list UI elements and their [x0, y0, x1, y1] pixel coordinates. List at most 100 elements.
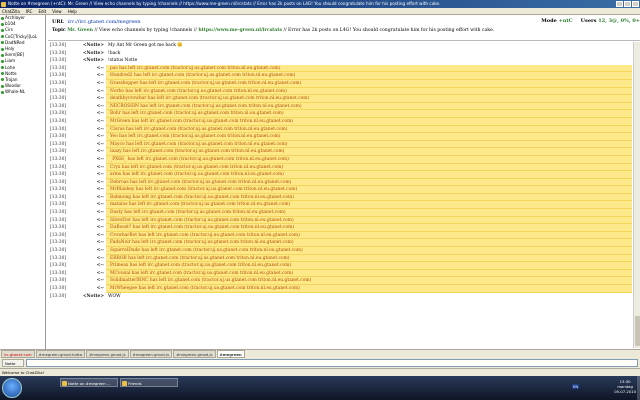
- chat-message: [13:30] <Notte> WOW: [48, 293, 632, 301]
- channel-tab[interactable]: #megreen.gmod.js: [129, 350, 173, 358]
- channel-url-link[interactable]: irc://irc.gtanet.com/megreen: [68, 19, 141, 25]
- topic-stats-link[interactable]: https://www.me-green.nl/ircstats: [198, 28, 282, 33]
- message-timestamp: [13:30]: [50, 73, 67, 79]
- message-text: MrWheegee has left irc.gtanet.com (tract…: [110, 286, 300, 291]
- message-text: Primeax has left irc.gtanet.com (tractor…: [110, 263, 292, 269]
- message-timestamp: [13:30]: [50, 248, 67, 254]
- user-nick: Cirs: [5, 27, 13, 33]
- menu-edit[interactable]: Edit: [38, 8, 46, 14]
- user-nick: b104: [5, 21, 16, 27]
- message-timestamp: [13:30]: [50, 255, 67, 261]
- chat-quit-message: [13:30] <-- CrowbarBot has left irc.gtanet…: [48, 231, 632, 240]
- message-timestamp: [13:30]: [50, 149, 67, 155]
- nickname-button[interactable]: Notte: [2, 359, 24, 367]
- chat-quit-message: [13:30] <-- SilverDot has left irc.gtanet.…: [48, 216, 632, 225]
- scrollbar-thumb[interactable]: [635, 316, 640, 346]
- channel-tab[interactable]: #megreen.gmod.hotta: [35, 350, 86, 358]
- message-timestamp: [13:30]: [50, 156, 67, 162]
- language-indicator[interactable]: EN: [572, 384, 580, 389]
- message-text: _PX66_ has left irc.gtanet.com (tractor.…: [110, 156, 289, 162]
- online-status-icon: [1, 90, 4, 94]
- chat-output: [13:30] <Notte> My Ant Mr Green got me bac…: [48, 42, 632, 348]
- user-list-item[interactable]: Whale-NL: [0, 89, 45, 95]
- chat-quit-message: [13:30] <-- Dusty has left irc.gtanet.com …: [48, 209, 632, 217]
- message-timestamp: [13:30]: [50, 43, 67, 48]
- message-text: NECROSSIN has left irc.gtanet.com (tract…: [110, 103, 302, 109]
- taskbar-item-friends[interactable]: Friends: [120, 378, 178, 387]
- window-controls: [616, 1, 639, 7]
- topic-text: // View echo channels by typing !channel…: [94, 28, 197, 33]
- chat-message: [13:30] <Notte> !status Notte: [48, 57, 632, 65]
- message-text: MrBlankey has left irc.gtanet.com (tract…: [110, 187, 298, 193]
- message-text: ERROR has left irc.gtanet.com (tractor.u…: [110, 255, 290, 261]
- chat-quit-message: [13:30] <-- Bohr has left irc.gtanet.com (…: [48, 110, 632, 118]
- topic-name: Mr. Green: [67, 28, 93, 33]
- system-tray: EN 13:30 mandag 05.07.2010: [570, 376, 640, 400]
- chat-quit-message: [13:30] <-- inazy has left irc.gtanet.com …: [48, 148, 632, 156]
- user-nick: Ikern[BE]: [5, 52, 25, 58]
- message-nick: <--: [96, 217, 104, 223]
- chat-quit-message: [13:30] <-- FadaNoir has left irc.gtanet.c…: [48, 239, 632, 248]
- maximize-button[interactable]: [624, 1, 631, 7]
- chat-quit-message: [13:30] <-- Grasshopper has left irc.gtane…: [48, 79, 632, 88]
- chat-quit-message: [13:30] <-- NECROSSIN has left irc.gtanet.…: [48, 102, 632, 111]
- message-timestamp: [13:30]: [50, 50, 67, 56]
- message-timestamp: [13:30]: [50, 225, 67, 231]
- online-status-icon: [1, 66, 4, 70]
- message-timestamp: [13:30]: [50, 141, 67, 147]
- message-text: FadaNoir has left irc.gtanet.com (tracto…: [110, 240, 294, 246]
- message-timestamp: [13:30]: [50, 164, 67, 170]
- online-status-icon: [1, 22, 4, 26]
- message-text: MCvssial has left irc.gtanet.com (tracto…: [110, 270, 294, 276]
- online-status-icon: [1, 53, 4, 57]
- chat-quit-message: [13:30] <-- arms has left irc.gtanet.com (…: [48, 171, 632, 179]
- message-timestamp: [13:30]: [50, 210, 67, 216]
- user-nick: Notte: [5, 70, 17, 76]
- chat-quit-message: [13:30] <-- Norbo has left irc.gtanet.com …: [48, 87, 632, 96]
- menu-help[interactable]: Help: [68, 8, 77, 14]
- friends-icon: [122, 381, 127, 386]
- menu-irc[interactable]: IRC: [26, 8, 33, 14]
- message-input[interactable]: [26, 359, 638, 367]
- close-button[interactable]: [632, 1, 639, 7]
- message-nick: <--: [96, 118, 104, 124]
- clock-date: 05.07.2010: [614, 389, 636, 394]
- user-nick: CoC[Tricky]|LoL: [5, 33, 38, 39]
- message-nick: <--: [96, 270, 104, 276]
- menu-view[interactable]: View: [52, 8, 62, 14]
- user-nick: Lohe: [5, 64, 16, 70]
- chat-quit-message: [13:30] <-- ERROR has left irc.gtanet.com …: [48, 254, 632, 263]
- channel-tab[interactable]: #megreen: [216, 350, 245, 358]
- message-nick: <--: [96, 65, 104, 71]
- user-nick: DadNRed: [5, 39, 25, 45]
- message-text: Cryx has left irc.gtanet.com (tractor.uj…: [110, 164, 284, 170]
- message-timestamp: [13:30]: [50, 232, 67, 238]
- message-nick: <--: [96, 194, 104, 200]
- message-nick: <--: [96, 73, 104, 79]
- message-nick: <Notte>: [82, 293, 104, 299]
- online-status-icon: [1, 78, 4, 82]
- windows-taskbar: Notte on #megreen ... Friends EN 13:30 m…: [0, 376, 640, 400]
- channel-tab[interactable]: #megreen.gmod.js: [86, 350, 129, 358]
- minimize-button[interactable]: [616, 1, 623, 7]
- message-nick: <--: [96, 149, 104, 155]
- message-nick: <Notte>: [82, 58, 104, 64]
- online-status-icon: [1, 47, 4, 51]
- channel-tab[interactable]: #megreen.gmod.js: [173, 350, 216, 358]
- taskbar-item-chatzilla[interactable]: Notte on #megreen ...: [60, 378, 118, 387]
- chat-quit-message: [13:30] <-- Mayco has left irc.gtanet.com …: [48, 140, 632, 149]
- menu-chatzilla[interactable]: ChatZilla: [2, 8, 20, 14]
- message-timestamp: [13:30]: [50, 103, 67, 109]
- message-timestamp: [13:30]: [50, 286, 67, 291]
- window-titlebar[interactable]: Notte on #megreen (+ntC): Mr. Green // V…: [0, 0, 640, 8]
- start-button[interactable]: [2, 378, 22, 398]
- message-nick: <--: [96, 172, 104, 178]
- channel-tab[interactable]: irc.gtanet.com: [1, 350, 35, 358]
- clock[interactable]: 13:30 mandag 05.07.2010: [614, 379, 636, 394]
- message-text: Dobroas has left irc.gtanet.com (tractor…: [110, 179, 292, 185]
- message-nick: <--: [96, 111, 104, 117]
- chat-scrollbar[interactable]: [633, 42, 640, 348]
- message-nick: <--: [96, 255, 104, 261]
- message-text: Bohr has left irc.gtanet.com (tractor.uj…: [110, 111, 284, 117]
- user-nick: Holy: [5, 45, 15, 51]
